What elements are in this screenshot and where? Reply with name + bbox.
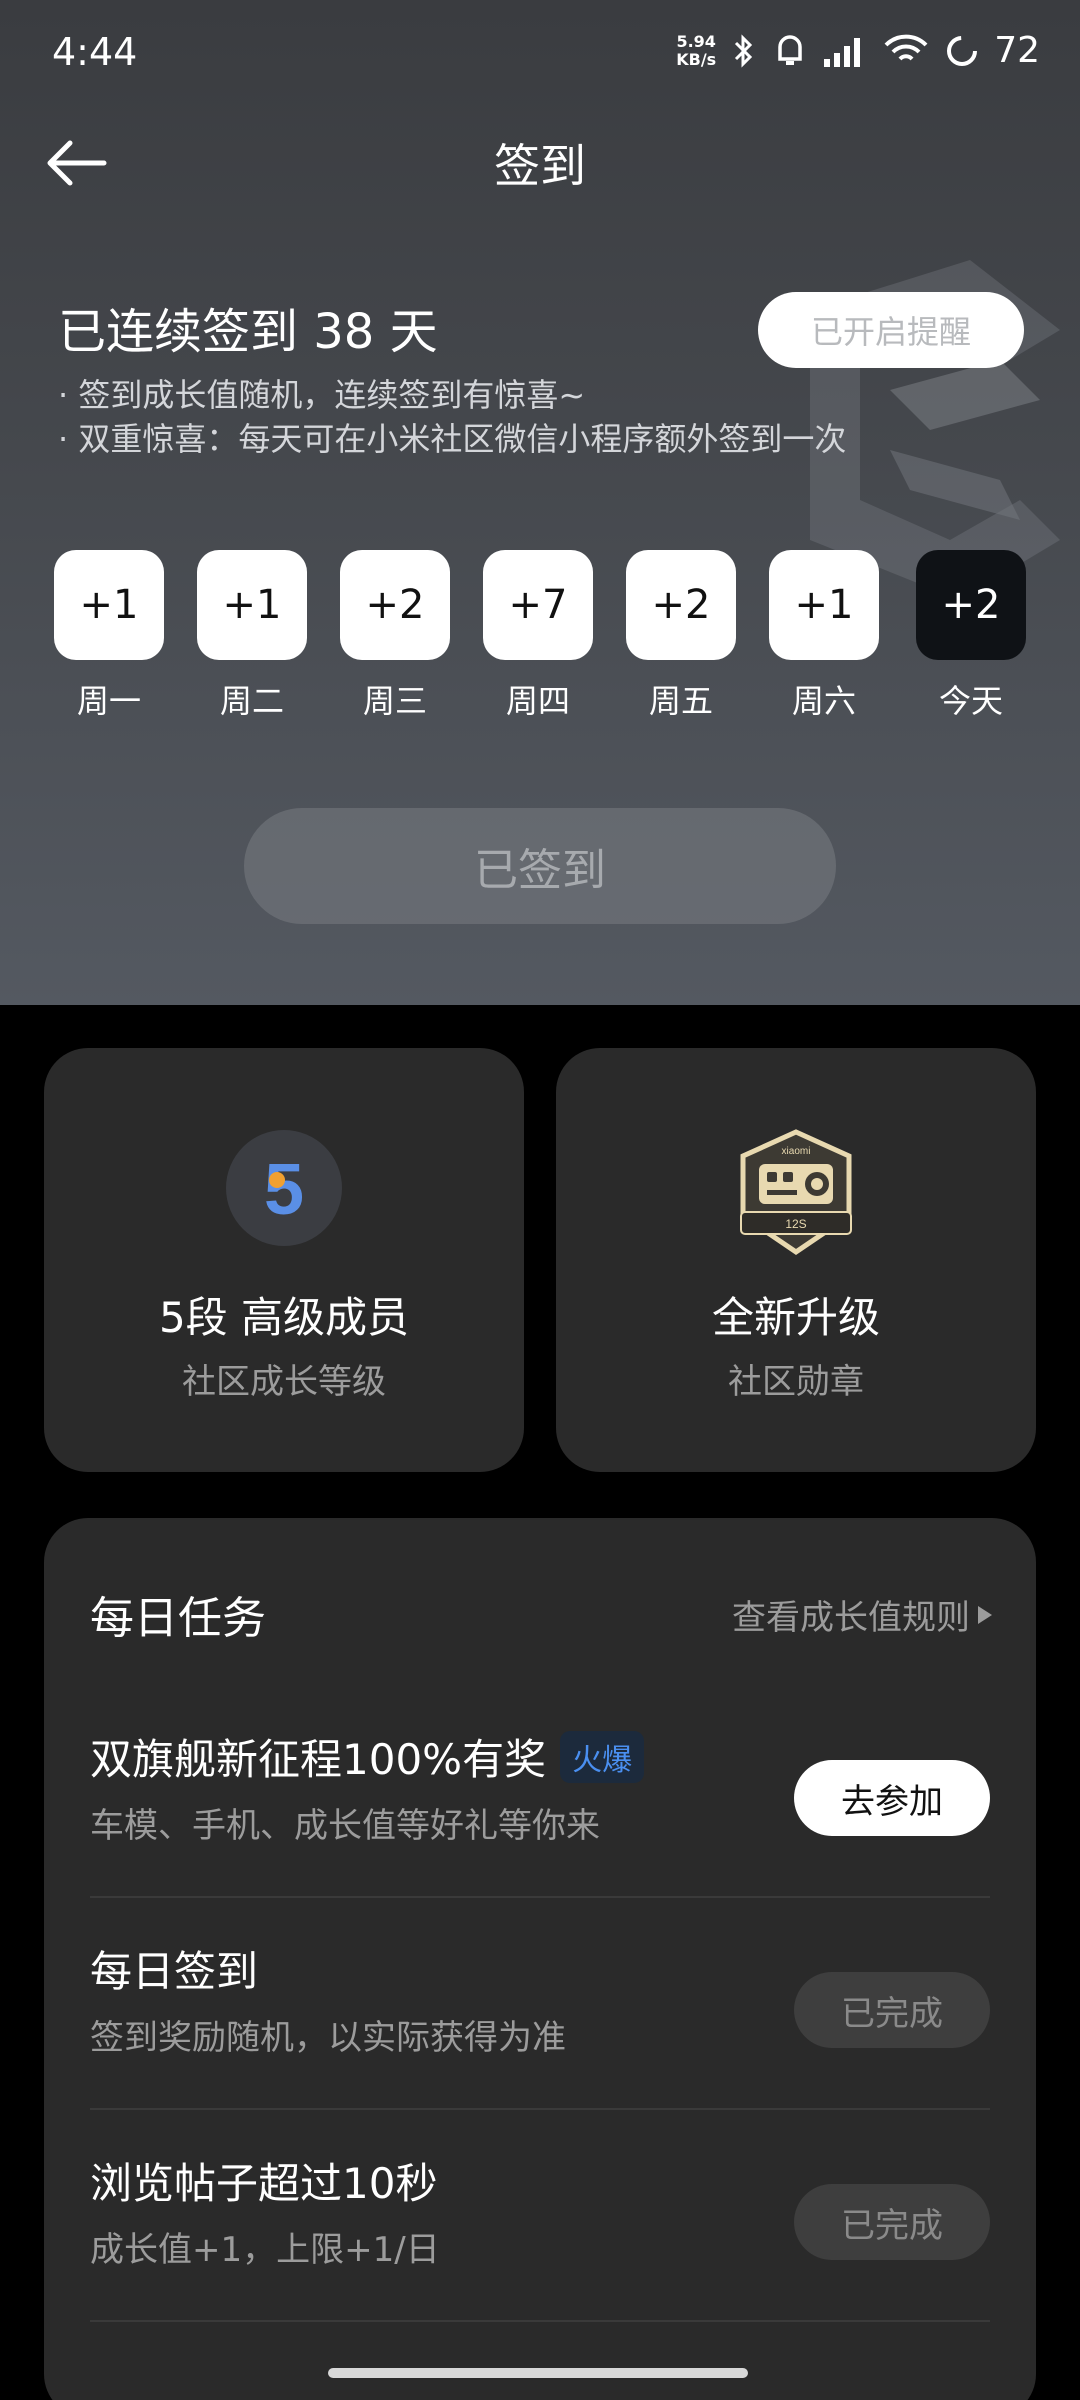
status-time: 4:44 [52,30,138,74]
level-number: 5 [264,1150,304,1230]
growth-rules-link[interactable]: 查看成长值规则 [732,1590,992,1639]
level-card[interactable]: 5 5段 高级成员 社区成长等级 [44,1048,524,1472]
hot-tag: 火爆 [560,1730,645,1783]
wifi-icon [884,34,928,61]
day-label: 今天 [938,682,1003,720]
day-item: +1 周一 [54,550,164,722]
task-row: 每日签到 签到奖励随机，以实际获得为准 已完成 [90,1898,990,2110]
day-label: 周五 [648,682,713,720]
completed-button[interactable]: 已完成 [794,1972,990,2048]
task-name: 浏览帖子超过10秒 [90,2150,437,2211]
growth-rules-label: 查看成长值规则 [732,1598,970,1638]
badge-title: 全新升级 [711,1293,880,1342]
level-icon: 5 [224,1128,344,1248]
task-name: 每日签到 [90,1938,258,1999]
cellular-signal-icon [824,37,861,67]
badge-card[interactable]: xiaomi 12S 全新升级 社区勋章 [556,1048,1036,1472]
play-arrow-icon [978,1605,992,1624]
day-label: 周六 [791,682,856,720]
task-name: 双旗舰新征程100%有奖 火爆 [90,1726,645,1787]
task-name-text: 每日签到 [90,1947,259,1996]
badge-icon: xiaomi 12S [736,1128,856,1256]
day-reward: +1 [197,550,307,660]
daily-tasks-card: 每日任务 查看成长值规则 双旗舰新征程100%有奖 火爆 车模、手机、成长值等好… [44,1518,1036,2400]
network-speed-unit: KB/s [676,49,717,69]
day-reward: +1 [769,550,879,660]
top-nav: 签到 [0,120,1080,210]
day-reward: +7 [483,550,593,660]
weekly-signin-days: +1 周一 +1 周二 +2 周三 +7 周四 +2 周五 +1 周六 +2 今… [54,550,1026,720]
task-desc: 签到奖励随机，以实际获得为准 [90,2018,566,2058]
task-name-text: 浏览帖子超过10秒 [90,2159,438,2208]
battery-level: 72 [994,30,1040,71]
tasks-title: 每日任务 [90,1593,266,1644]
alarm-icon [778,34,802,65]
page-title: 签到 [494,139,586,193]
reminder-toggle-button[interactable]: 已开启提醒 [758,292,1024,368]
day-reward: +2 [340,550,450,660]
day-label: 周三 [362,682,427,720]
signed-in-button[interactable]: 已签到 [244,808,836,924]
task-row: 双旗舰新征程100%有奖 火爆 车模、手机、成长值等好礼等你来 去参加 [90,1686,990,1898]
day-label: 周四 [505,682,570,720]
day-label: 周一 [76,682,141,720]
network-speed-value: 5.94 [676,31,716,51]
level-title: 5段 高级成员 [158,1293,410,1342]
day-item: +2 周五 [626,550,736,722]
badge-subtitle: 社区勋章 [728,1362,864,1402]
day-label: 周二 [219,682,284,720]
task-name-text: 双旗舰新征程100%有奖 [90,1735,547,1784]
day-reward-today: +2 [916,550,1026,660]
status-bar: 4:44 5.94 KB/s 72 [0,0,1080,110]
task-desc: 车模、手机、成长值等好礼等你来 [90,1806,600,1846]
completed-button[interactable]: 已完成 [794,2184,990,2260]
streak-title: 已连续签到 38 天 [58,304,438,360]
join-button[interactable]: 去参加 [794,1760,990,1836]
signin-notice: · 双重惊喜：每天可在小米社区微信小程序额外签到一次 [58,420,847,458]
day-item: +7 周四 [483,550,593,722]
home-indicator[interactable] [328,2368,748,2378]
badge-model: 12S [785,1217,806,1231]
signin-notice: · 签到成长值随机，连续签到有惊喜~ [58,376,586,414]
bluetooth-icon [735,33,753,68]
battery-ring-icon [947,35,978,66]
day-item: +2 周三 [340,550,450,722]
level-subtitle: 社区成长等级 [182,1362,386,1402]
day-item-today: +2 今天 [916,550,1026,722]
task-desc: 成长值+1，上限+1/日 [90,2230,440,2270]
day-reward: +1 [54,550,164,660]
day-item: +1 周二 [197,550,307,722]
status-icons: 5.94 KB/s 72 [676,30,1040,71]
day-item: +1 周六 [769,550,879,722]
network-speed: 5.94 KB/s [676,31,717,69]
day-reward: +2 [626,550,736,660]
badge-brand: xiaomi [782,1146,811,1157]
task-row: 浏览帖子超过10秒 成长值+1，上限+1/日 已完成 [90,2110,990,2322]
